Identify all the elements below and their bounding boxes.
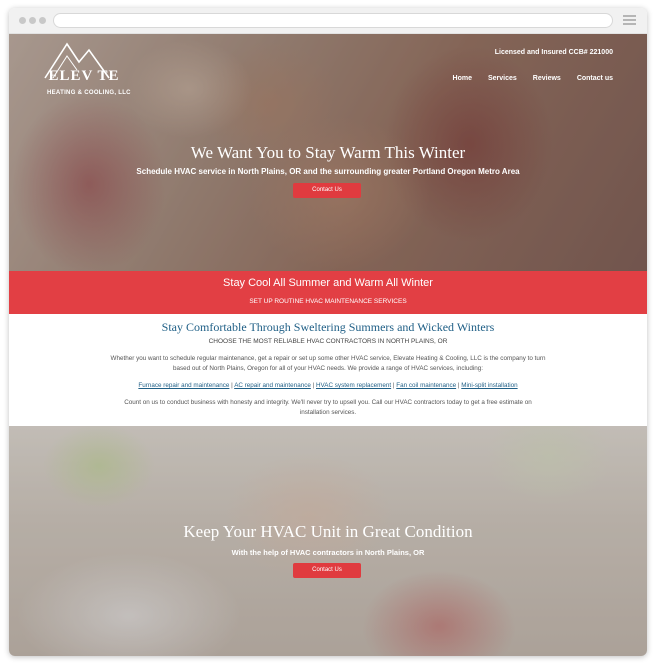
logo-wordmark: ELEV TE xyxy=(48,68,120,84)
section-subtitle: CHOOSE THE MOST RELIABLE HVAC CONTRACTOR… xyxy=(208,338,448,345)
intro-paragraph: Whether you want to schedule regular mai… xyxy=(110,355,546,372)
window-dot-icon xyxy=(39,17,46,24)
secondary-hero-subtitle: With the help of HVAC contractors in Nor… xyxy=(231,548,425,557)
secondary-contact-button[interactable]: Contact Us xyxy=(293,563,361,578)
band-subtitle[interactable]: SET UP ROUTINE HVAC MAINTENANCE SERVICES xyxy=(9,298,647,305)
closing-paragraph: Count on us to conduct business with hon… xyxy=(124,399,532,416)
license-text: Licensed and Insured CCB# 221000 xyxy=(494,49,613,56)
window-dot-icon xyxy=(29,17,36,24)
hero-contact-button[interactable]: Contact Us xyxy=(293,183,361,198)
browser-window: ELEV TE HEATING & COOLING, LLC Licensed … xyxy=(9,8,647,656)
link-separator: | xyxy=(457,382,460,389)
nav-item-contact[interactable]: Contact us xyxy=(577,75,613,82)
window-dot-icon xyxy=(19,17,26,24)
services-links: Furnace repair and maintenance | AC repa… xyxy=(9,382,647,389)
hamburger-menu-icon[interactable] xyxy=(623,15,636,25)
nav-item-services[interactable]: Services xyxy=(488,75,517,82)
secondary-hero-section: Keep Your HVAC Unit in Great Condition W… xyxy=(9,426,647,656)
main-nav: Home Services Reviews Contact us xyxy=(453,75,613,82)
promo-band: Stay Cool All Summer and Warm All Winter… xyxy=(9,271,647,314)
hero-title: We Want You to Stay Warm This Winter xyxy=(190,143,466,162)
services-intro-section: Stay Comfortable Through Sweltering Summ… xyxy=(9,314,647,426)
address-bar[interactable] xyxy=(53,13,613,28)
nav-item-home[interactable]: Home xyxy=(453,75,472,82)
link-separator: | xyxy=(231,382,233,389)
browser-chrome xyxy=(9,8,647,34)
link-separator: | xyxy=(392,382,395,389)
link-furnace-repair[interactable]: Furnace repair and maintenance xyxy=(138,382,229,389)
hero-section: ELEV TE HEATING & COOLING, LLC Licensed … xyxy=(9,34,647,271)
section-title: Stay Comfortable Through Sweltering Summ… xyxy=(161,320,495,334)
link-hvac-replacement[interactable]: HVAC system replacement xyxy=(316,382,391,389)
band-title: Stay Cool All Summer and Warm All Winter xyxy=(223,277,433,289)
hero-subtitle: Schedule HVAC service in North Plains, O… xyxy=(136,167,520,176)
logo-tagline: HEATING & COOLING, LLC xyxy=(47,90,131,96)
link-ac-repair[interactable]: AC repair and maintenance xyxy=(234,382,311,389)
link-separator: | xyxy=(312,382,315,389)
site-logo[interactable]: ELEV TE HEATING & COOLING, LLC xyxy=(39,40,131,100)
secondary-hero-title: Keep Your HVAC Unit in Great Condition xyxy=(183,522,473,541)
link-mini-split[interactable]: Mini-split installation xyxy=(461,382,517,389)
nav-item-reviews[interactable]: Reviews xyxy=(533,75,561,82)
link-fan-coil[interactable]: Fan coil maintenance xyxy=(396,382,456,389)
